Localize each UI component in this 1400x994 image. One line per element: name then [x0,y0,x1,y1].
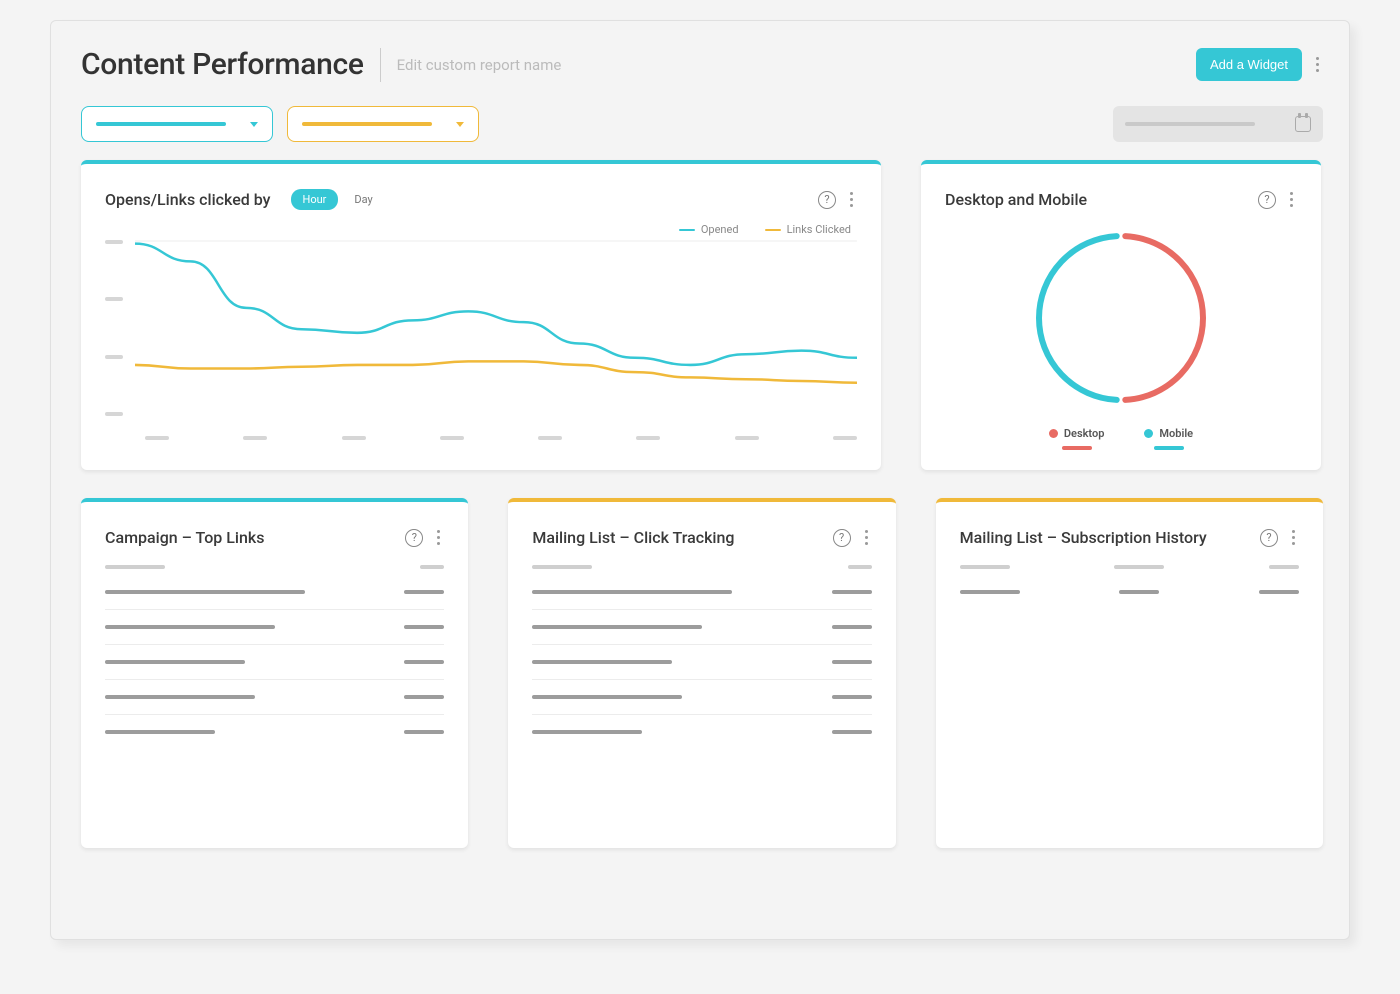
help-icon[interactable]: ? [818,191,836,209]
placeholder-bar [302,122,432,126]
card-desktop-mobile: Desktop and Mobile ? Desktop [921,160,1321,470]
legend-dot [1144,429,1153,438]
card-subscription-history: Mailing List – Subscription History ? [936,498,1323,848]
help-icon[interactable]: ? [1258,191,1276,209]
table-row[interactable] [105,610,444,645]
table-row[interactable] [960,575,1299,609]
card-title: Desktop and Mobile [945,190,1087,209]
table-row[interactable] [532,610,871,645]
table-row[interactable] [532,680,871,715]
table-header [960,565,1299,569]
card-kebab-menu[interactable] [846,186,857,213]
card-kebab-menu[interactable] [861,524,872,551]
dashboard-canvas: Content Performance Edit custom report n… [50,20,1350,940]
y-axis-ticks [105,240,123,416]
donut-svg [1026,223,1216,413]
legend-dot [1049,429,1058,438]
line-chart-legend: Opened Links Clicked [105,223,851,236]
card-top-links: Campaign – Top Links ? [81,498,468,848]
table-row[interactable] [532,575,871,610]
card-header: Desktop and Mobile ? [945,186,1297,213]
legend-swatch [765,229,781,231]
legend-desktop: Desktop [1049,427,1105,450]
card-kebab-menu[interactable] [1288,524,1299,551]
card-title: Opens/Links clicked by [105,190,271,209]
card-opens-links: Opens/Links clicked by Hour Day ? Opened [81,160,881,470]
title-divider [380,48,381,82]
card-header: Campaign – Top Links ? [105,524,444,551]
legend-links-clicked: Links Clicked [765,223,851,236]
table-row[interactable] [105,680,444,715]
date-range-picker[interactable] [1113,106,1323,142]
table-row[interactable] [105,645,444,680]
legend-label: Opened [701,223,739,236]
chevron-down-icon [250,122,258,127]
donut-chart: Desktop Mobile [945,223,1297,450]
help-icon[interactable]: ? [833,529,851,547]
toggle-day[interactable]: Day [342,189,384,210]
legend-underline [1154,446,1184,450]
top-cards-row: Opens/Links clicked by Hour Day ? Opened [81,160,1323,470]
report-name-editor[interactable]: Edit custom report name [397,56,562,74]
calendar-icon [1295,116,1311,132]
page-header: Content Performance Edit custom report n… [81,47,1323,82]
card-actions: ? [833,524,872,551]
placeholder-bar [96,122,226,126]
page-title: Content Performance [81,47,364,82]
x-axis-ticks [145,436,857,440]
donut-legend: Desktop Mobile [1049,427,1193,450]
filter-dropdown-1[interactable] [81,106,273,142]
line-chart [105,240,857,440]
card-header: Mailing List – Subscription History ? [960,524,1299,551]
legend-underline [1062,446,1092,450]
card-actions: ? [1260,524,1299,551]
card-title: Mailing List – Subscription History [960,528,1207,547]
table-row[interactable] [105,715,444,749]
legend-label: Links Clicked [787,223,851,236]
chevron-down-icon [456,122,464,127]
legend-label: Mobile [1159,427,1193,440]
placeholder-bar [1125,122,1255,126]
card-title: Mailing List – Click Tracking [532,528,734,547]
legend-mobile: Mobile [1144,427,1193,450]
table-row[interactable] [532,715,871,749]
card-header: Opens/Links clicked by Hour Day ? [105,186,857,213]
add-widget-button[interactable]: Add a Widget [1196,48,1302,81]
header-left: Content Performance Edit custom report n… [81,47,561,82]
page-kebab-menu[interactable] [1312,51,1323,78]
filter-row [81,106,1323,142]
bottom-cards-row: Campaign – Top Links ? Mailing List – Cl… [81,498,1323,848]
card-kebab-menu[interactable] [433,524,444,551]
help-icon[interactable]: ? [405,529,423,547]
table-row[interactable] [105,575,444,610]
table-header [532,565,871,569]
legend-label: Desktop [1064,427,1105,440]
card-kebab-menu[interactable] [1286,186,1297,213]
legend-opened: Opened [679,223,739,236]
header-right: Add a Widget [1196,48,1323,81]
card-actions: ? [818,186,857,213]
time-granularity-toggle: Hour Day [291,189,385,210]
card-header: Mailing List – Click Tracking ? [532,524,871,551]
help-icon[interactable]: ? [1260,529,1278,547]
legend-swatch [679,229,695,231]
table-row[interactable] [532,645,871,680]
card-actions: ? [1258,186,1297,213]
filter-dropdown-2[interactable] [287,106,479,142]
table-header [105,565,444,569]
line-chart-svg [135,240,857,418]
card-click-tracking: Mailing List – Click Tracking ? [508,498,895,848]
card-actions: ? [405,524,444,551]
toggle-hour[interactable]: Hour [291,189,339,210]
card-title: Campaign – Top Links [105,528,264,547]
